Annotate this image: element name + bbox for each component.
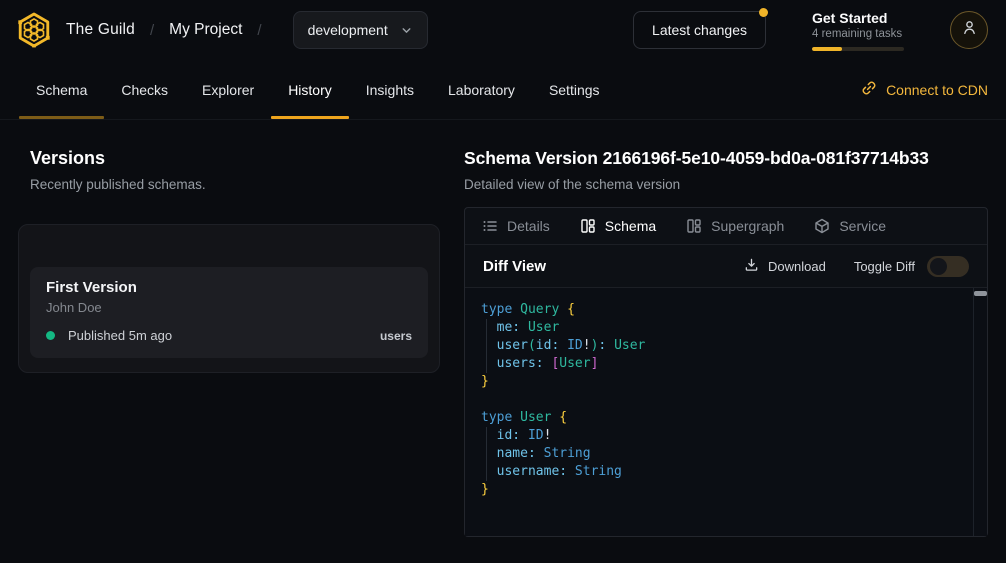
tab-service-label: Service — [839, 218, 886, 234]
page-content: Versions Recently published schemas. Fir… — [0, 120, 1006, 537]
diff-view-title: Diff View — [483, 258, 546, 275]
project-breadcrumb[interactable]: My Project — [169, 21, 242, 39]
nav-tab-history[interactable]: History — [271, 60, 349, 119]
target-selector[interactable]: development — [293, 11, 428, 49]
code-line: } — [478, 373, 957, 391]
breadcrumb-separator: / — [257, 22, 261, 39]
code-line: users: [User] — [478, 355, 957, 373]
version-detail-panel: Schema Version 2166196f-5e10-4059-bd0a-0… — [464, 148, 988, 537]
code-line: type User { — [478, 409, 957, 427]
tab-supergraph-label: Supergraph — [711, 218, 784, 234]
published-status-dot — [46, 331, 55, 340]
code-line: username: String — [478, 463, 957, 481]
target-selector-value: development — [308, 22, 388, 38]
code-line: name: String — [478, 445, 957, 463]
list-icon — [482, 218, 498, 234]
notification-dot — [759, 8, 768, 17]
latest-changes-button[interactable]: Latest changes — [633, 11, 766, 49]
top-bar: The Guild / My Project / development Lat… — [0, 0, 1006, 60]
schema-code-viewer[interactable]: type Query { me: User user(id: ID!): Use… — [465, 288, 987, 536]
version-detail-subtitle: Detailed view of the schema version — [464, 177, 988, 192]
nav-tab-laboratory[interactable]: Laboratory — [431, 60, 532, 119]
toggle-diff-label: Toggle Diff — [854, 259, 915, 274]
code-line — [478, 391, 957, 409]
top-bar-right: Latest changes Get Started 4 remaining t… — [633, 10, 988, 51]
breadcrumb-separator: / — [150, 22, 154, 39]
switch-knob — [930, 258, 947, 275]
person-icon — [961, 19, 978, 41]
code-block: type Query { me: User user(id: ID!): Use… — [478, 301, 957, 499]
code-line: type Query { — [478, 301, 957, 319]
version-detail-title: Schema Version 2166196f-5e10-4059-bd0a-0… — [464, 148, 988, 169]
user-avatar[interactable] — [950, 11, 988, 49]
get-started-progressbar — [812, 47, 904, 51]
tab-schema[interactable]: Schema — [580, 218, 656, 234]
get-started-title: Get Started — [812, 10, 904, 26]
org-breadcrumb[interactable]: The Guild — [66, 21, 135, 39]
version-status: Published 5m ago — [68, 328, 172, 343]
version-name: First Version — [46, 279, 412, 296]
columns-icon — [686, 218, 702, 234]
link-icon — [861, 80, 877, 99]
get-started-subtitle: 4 remaining tasks — [812, 28, 904, 40]
cube-icon — [814, 218, 830, 234]
versions-list-card: First Version John Doe Published 5m ago … — [18, 224, 440, 373]
tab-supergraph[interactable]: Supergraph — [686, 218, 784, 234]
columns-icon — [580, 218, 596, 234]
get-started-widget[interactable]: Get Started 4 remaining tasks — [812, 10, 904, 51]
tab-details-label: Details — [507, 218, 550, 234]
connect-to-cdn-link[interactable]: Connect to CDN — [861, 60, 988, 119]
chevron-down-icon — [400, 24, 413, 37]
download-icon — [744, 257, 759, 275]
nav-tab-schema[interactable]: Schema — [19, 60, 104, 119]
scrollbar-track — [973, 288, 974, 536]
schema-view-panel: Details Schema — [464, 207, 988, 537]
connect-to-cdn-label: Connect to CDN — [886, 82, 988, 98]
code-line: user(id: ID!): User — [478, 337, 957, 355]
code-line: id: ID! — [478, 427, 957, 445]
version-list-item[interactable]: First Version John Doe Published 5m ago … — [30, 267, 428, 358]
nav-tab-explorer[interactable]: Explorer — [185, 60, 271, 119]
nav-tab-insights[interactable]: Insights — [349, 60, 431, 119]
versions-title: Versions — [18, 148, 440, 169]
tab-schema-label: Schema — [605, 218, 656, 234]
nav-tab-checks[interactable]: Checks — [104, 60, 185, 119]
diff-actions: Download Toggle Diff — [744, 256, 969, 277]
nav-tab-settings[interactable]: Settings — [532, 60, 617, 119]
versions-panel: Versions Recently published schemas. Fir… — [18, 148, 440, 537]
tab-service[interactable]: Service — [814, 218, 886, 234]
hive-logo-icon[interactable] — [14, 10, 54, 50]
toggle-diff-group: Toggle Diff — [854, 256, 969, 277]
toggle-diff-switch[interactable] — [927, 256, 969, 277]
code-line: } — [478, 481, 957, 499]
download-label: Download — [768, 259, 826, 274]
detail-tabs: Details Schema — [465, 208, 987, 245]
progress-fill — [812, 47, 842, 51]
scrollbar-thumb[interactable] — [974, 291, 987, 296]
versions-subtitle: Recently published schemas. — [18, 177, 440, 192]
latest-changes-label: Latest changes — [652, 22, 747, 38]
version-service-badge: users — [380, 329, 412, 343]
download-button[interactable]: Download — [744, 257, 826, 275]
version-meta-row: Published 5m ago users — [46, 328, 412, 343]
code-line: me: User — [478, 319, 957, 337]
version-author: John Doe — [46, 300, 412, 315]
diff-header: Diff View Download Toggle Diff — [465, 245, 987, 288]
tab-details[interactable]: Details — [482, 218, 550, 234]
main-nav: Schema Checks Explorer History Insights … — [0, 60, 1006, 120]
